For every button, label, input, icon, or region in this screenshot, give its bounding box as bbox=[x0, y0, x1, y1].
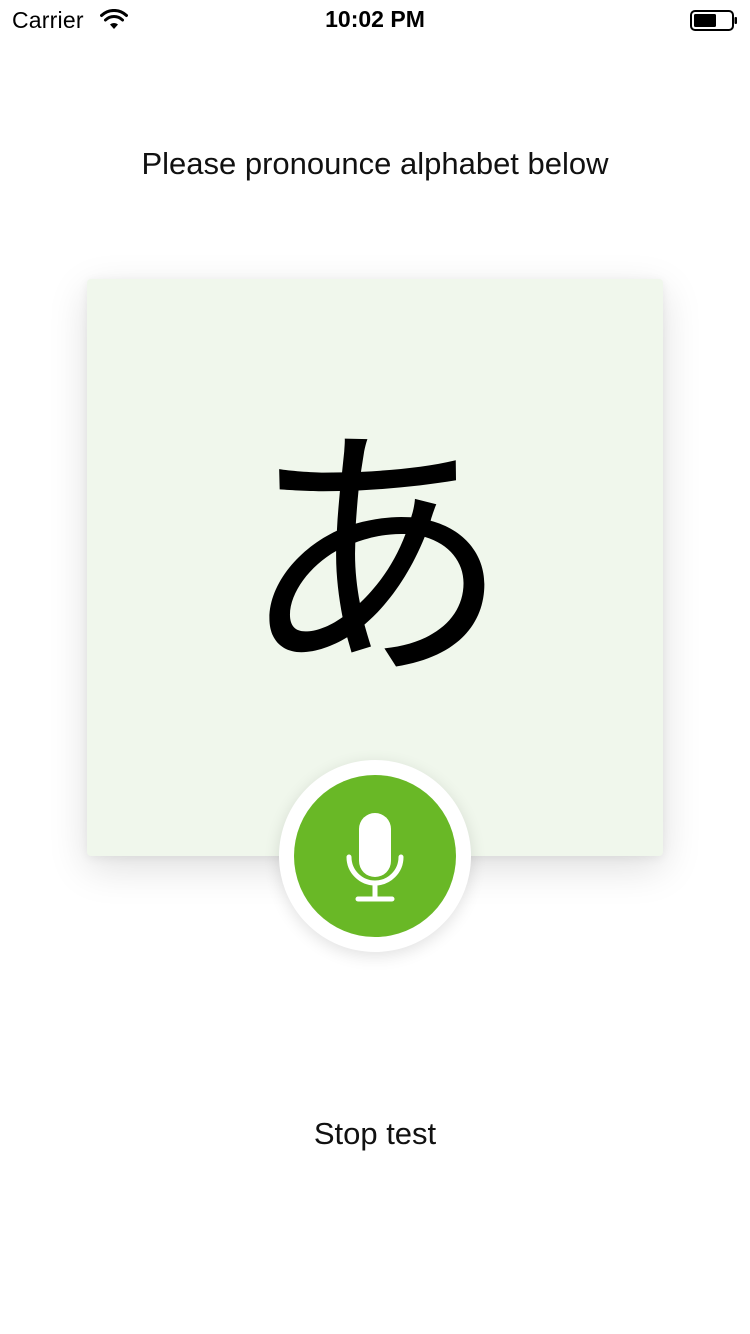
record-button-fill[interactable] bbox=[294, 775, 456, 937]
record-button[interactable] bbox=[279, 760, 471, 952]
clock: 10:02 PM bbox=[325, 6, 425, 32]
screen: Carrier 10:02 PM Please pronounce alphab… bbox=[0, 0, 750, 1334]
battery-icon bbox=[690, 10, 738, 31]
stop-test-button[interactable]: Stop test bbox=[275, 1110, 475, 1160]
microphone-icon bbox=[345, 813, 405, 903]
status-bar: Carrier 10:02 PM bbox=[0, 0, 750, 40]
instruction-text: Please pronounce alphabet below bbox=[141, 146, 609, 181]
hiragana-character: あ bbox=[240, 402, 510, 717]
